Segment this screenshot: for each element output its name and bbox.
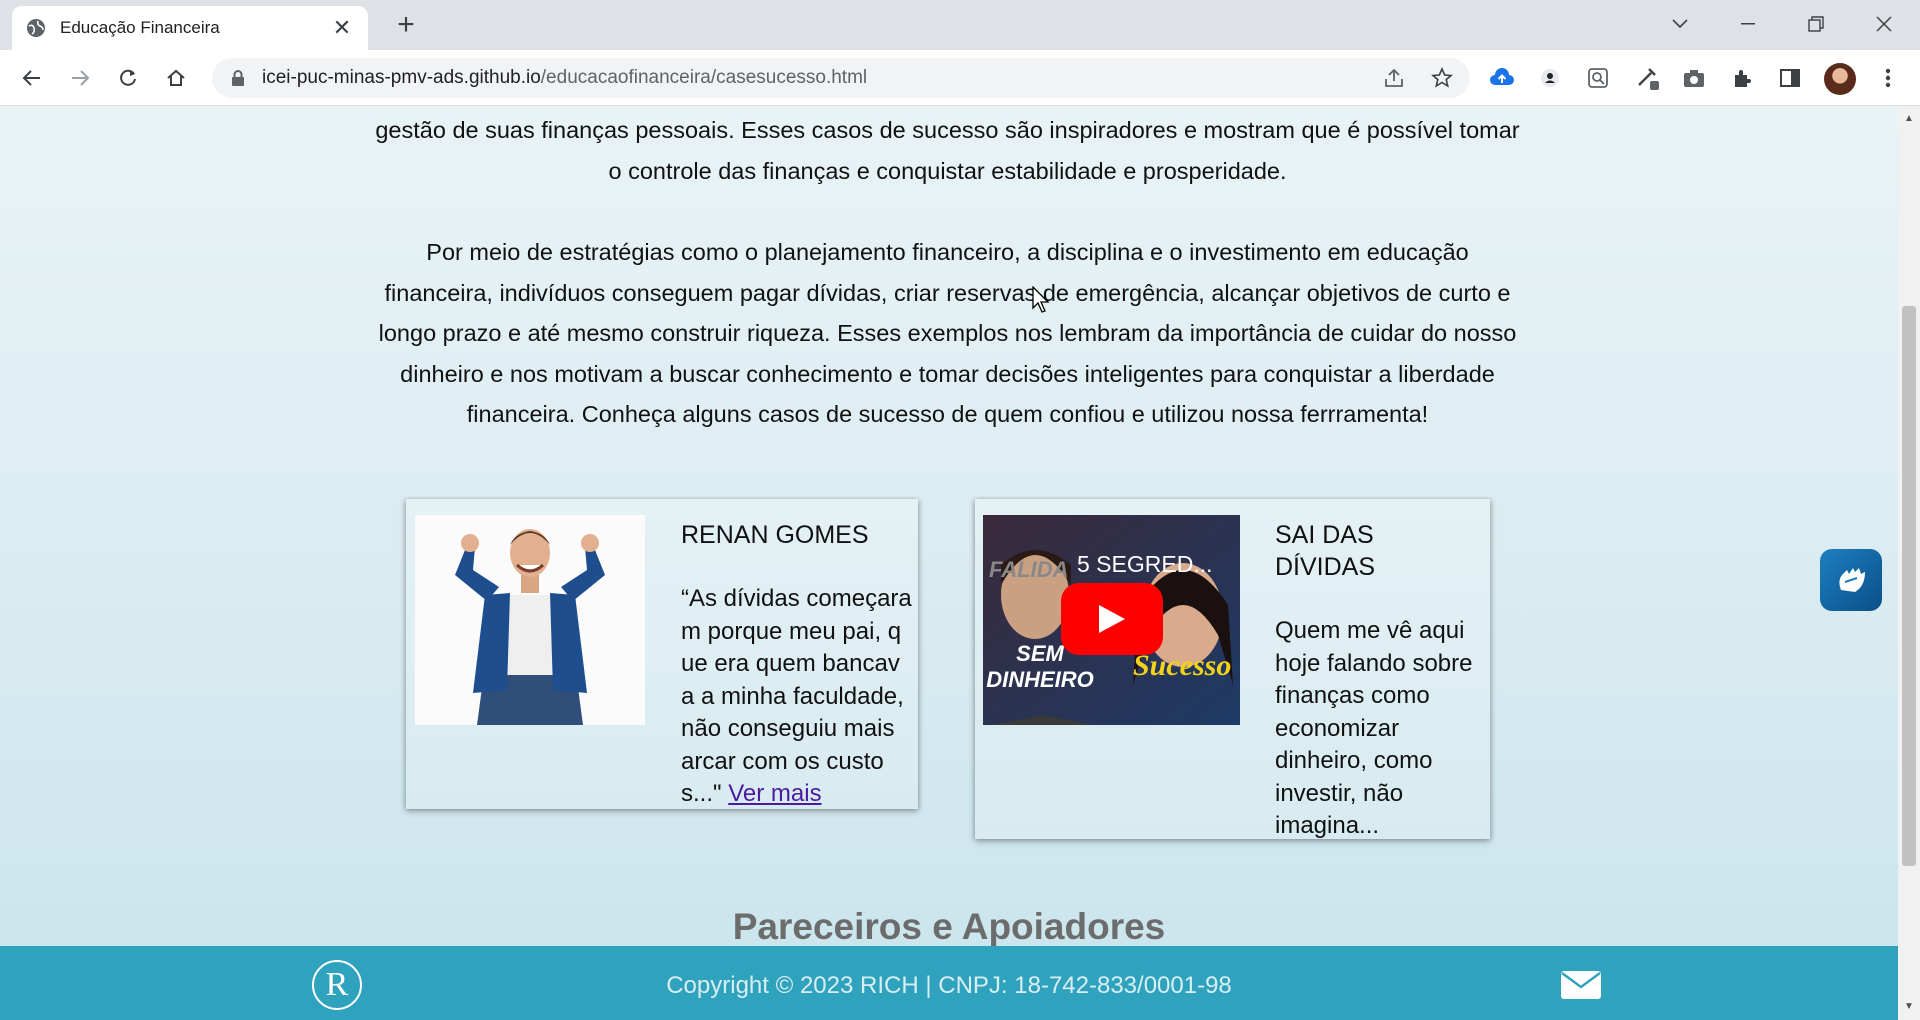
- success-case-card: 5 SEGRED... FALIDA SEM DINHEIRO Sucesso …: [975, 499, 1490, 839]
- success-case-card: RENAN GOMES “As dívidas começaram porque…: [406, 499, 918, 809]
- side-panel-icon[interactable]: [1772, 60, 1808, 96]
- profile-avatar[interactable]: [1824, 63, 1856, 95]
- sign-language-icon[interactable]: [1820, 549, 1882, 611]
- url-path: /educacaofinanceira/casesucesso.html: [540, 67, 868, 88]
- home-icon[interactable]: [158, 60, 194, 96]
- mouse-cursor: [1032, 285, 1052, 319]
- forward-icon[interactable]: [62, 60, 98, 96]
- footer: R Copyright © 2023 RICH | CNPJ: 18-742-8…: [0, 946, 1898, 1020]
- url-domain: icei-puc-minas-pmv-ads.github.io: [262, 67, 541, 88]
- lock-icon[interactable]: [228, 68, 248, 88]
- case-quote: “As dívidas começaram porque meu pai, qu…: [681, 583, 913, 811]
- person-photo: [415, 515, 645, 725]
- play-icon[interactable]: [1061, 583, 1163, 655]
- case-quote-text: “As dívidas começaram porque meu pai, qu…: [681, 585, 912, 807]
- browser-toolbar: icei-puc-minas-pmv-ads.github.io/educaca…: [0, 50, 1920, 106]
- back-icon[interactable]: [14, 60, 50, 96]
- copyright-text: Copyright © 2023 RICH | CNPJ: 18-742-833…: [666, 972, 1232, 999]
- globe-icon: [26, 18, 46, 38]
- minimize-icon[interactable]: [1728, 8, 1768, 40]
- eyedropper-icon[interactable]: [1630, 60, 1666, 96]
- scroll-down-arrow[interactable]: ▼: [1902, 1000, 1916, 1014]
- plus-icon[interactable]: +: [390, 10, 422, 42]
- video-title: 5 SEGRED...: [1077, 551, 1213, 577]
- window-close-icon[interactable]: [1864, 8, 1904, 40]
- case-description: Quem me vê aqui hoje falando sobre finan…: [1275, 617, 1473, 839]
- star-icon[interactable]: [1424, 58, 1460, 98]
- camera-icon[interactable]: [1676, 60, 1712, 96]
- cloud-upload-icon[interactable]: [1484, 60, 1520, 96]
- chevron-down-icon[interactable]: [1660, 8, 1700, 40]
- browser-tab[interactable]: Educação Financeira ✕: [12, 6, 368, 50]
- page-scrollbar[interactable]: ▲ ▼: [1898, 106, 1920, 1020]
- menu-icon[interactable]: [1870, 60, 1906, 96]
- video-caption-top-left: FALIDA: [989, 557, 1069, 582]
- tab-bar: Educação Financeira ✕ +: [0, 0, 1920, 50]
- reload-icon[interactable]: [110, 60, 146, 96]
- page-viewport: gestão de suas finanças pessoais. Esses …: [0, 106, 1898, 1020]
- ver-mais-link[interactable]: Ver mais: [728, 780, 821, 807]
- case-name: SAI DAS DÍVIDAS: [1275, 521, 1376, 581]
- scrollbar-thumb[interactable]: [1902, 306, 1916, 866]
- share-icon[interactable]: [1376, 58, 1412, 98]
- youtube-video-thumbnail[interactable]: 5 SEGRED... FALIDA SEM DINHEIRO Sucesso: [983, 515, 1240, 725]
- intro-paragraph-2: Por meio de estratégias como o planejame…: [378, 239, 1517, 427]
- close-icon[interactable]: ✕: [330, 15, 354, 41]
- case-name: RENAN GOMES: [681, 521, 869, 549]
- intro-paragraph-1: gestão de suas finanças pessoais. Esses …: [375, 117, 1520, 184]
- tab-title: Educação Financeira: [60, 18, 220, 37]
- address-bar[interactable]: icei-puc-minas-pmv-ads.github.io/educaca…: [212, 58, 1470, 98]
- extensions-icon[interactable]: [1724, 60, 1760, 96]
- mail-icon[interactable]: [1560, 970, 1602, 1000]
- zoom-extension-icon[interactable]: [1580, 60, 1616, 96]
- profile-extension-icon[interactable]: [1532, 60, 1568, 96]
- partners-title: Pareceiros e Apoiadores: [732, 906, 1166, 947]
- scroll-up-arrow[interactable]: ▲: [1902, 112, 1916, 126]
- restore-icon[interactable]: [1796, 8, 1836, 40]
